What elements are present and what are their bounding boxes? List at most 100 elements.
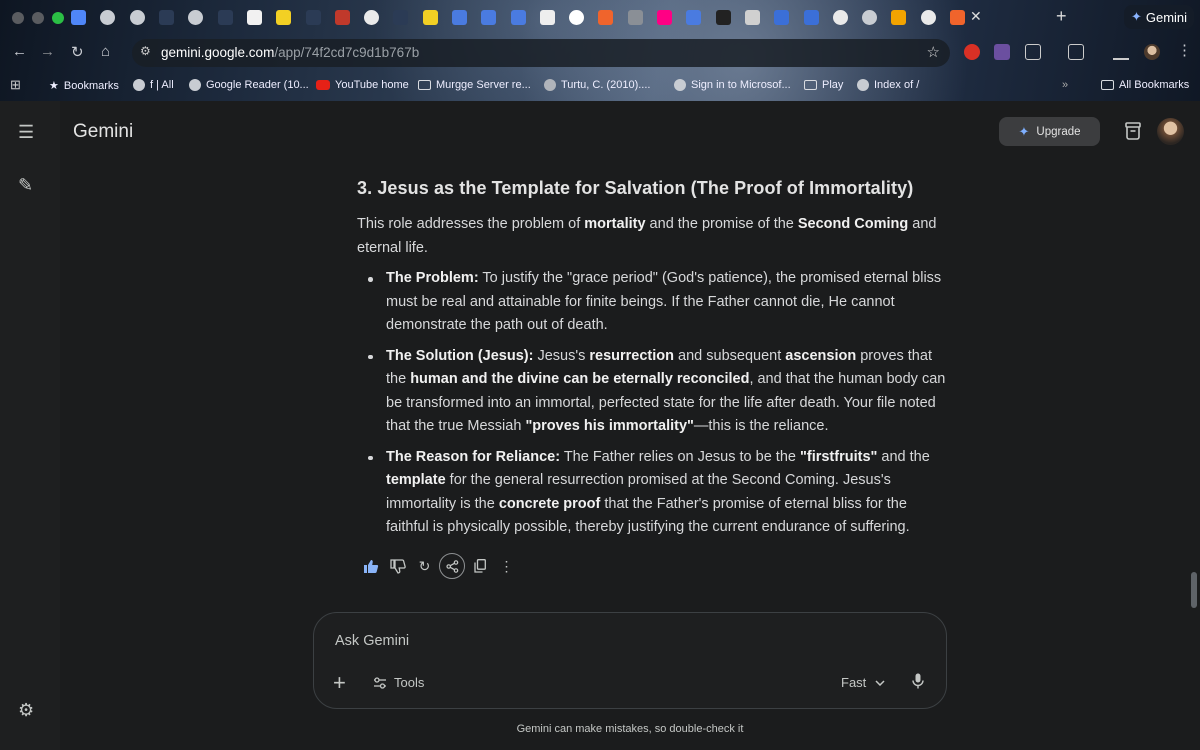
tab-rda[interactable] xyxy=(533,6,562,28)
upgrade-button[interactable]: ✦ Upgrade xyxy=(999,117,1100,146)
text-run: This role addresses the problem of xyxy=(357,216,585,232)
tab-gemini[interactable] xyxy=(503,6,532,28)
extension-purple-icon[interactable] xyxy=(994,44,1010,60)
tab-reader[interactable] xyxy=(210,6,239,28)
app-title[interactable]: Gemini xyxy=(73,121,133,143)
tab-globe[interactable] xyxy=(181,6,210,28)
text-run: The Father relies on Jesus to be the xyxy=(560,448,800,465)
tools-button[interactable]: Tools xyxy=(373,675,424,690)
thumbs-up-icon xyxy=(363,559,378,573)
yellow-app-icon xyxy=(276,9,292,25)
add-attachment-button[interactable]: + xyxy=(333,672,346,694)
globe-icon xyxy=(133,79,145,91)
bookmark-item[interactable]: Google Reader (10... xyxy=(189,79,309,91)
chat-history-icon[interactable] xyxy=(1125,122,1141,140)
tab-globe[interactable] xyxy=(123,6,152,28)
forward-icon[interactable]: → xyxy=(40,43,55,60)
minimize-window-button[interactable] xyxy=(32,12,44,24)
tab-audio[interactable] xyxy=(621,6,650,28)
bookmark-item[interactable]: Play xyxy=(804,79,843,91)
tab-red-arc[interactable] xyxy=(328,6,357,28)
bookmark-item[interactable]: Index of / xyxy=(857,79,919,91)
reading-list-icon[interactable] xyxy=(1113,44,1129,60)
tab-fox[interactable] xyxy=(591,6,620,28)
tab-globe[interactable] xyxy=(93,6,122,28)
bookmark-item[interactable]: f | All xyxy=(133,79,174,91)
extension-red-icon[interactable] xyxy=(964,44,980,60)
bookmark-item[interactable]: ★ Bookmarks xyxy=(49,79,119,93)
tab-fox[interactable] xyxy=(943,6,972,28)
tab-reader[interactable] xyxy=(298,6,327,28)
tab-flickr[interactable] xyxy=(650,6,679,28)
menu-icon[interactable]: ☰ xyxy=(18,122,34,143)
tab-google[interactable] xyxy=(357,6,386,28)
close-window-button[interactable] xyxy=(12,12,24,24)
tab-x[interactable] xyxy=(709,6,738,28)
copy-button[interactable] xyxy=(466,553,493,579)
zoom-window-button[interactable] xyxy=(52,12,64,24)
reload-icon[interactable]: ↻ xyxy=(71,43,84,61)
bold-text: ascension xyxy=(785,347,857,364)
tab-gemini[interactable]: ✦ Gemini xyxy=(1124,5,1194,29)
bookmark-item[interactable]: Turtu, C. (2010).... xyxy=(544,79,650,91)
chevron-right-icon[interactable]: » xyxy=(1062,79,1068,91)
bookmark-item[interactable]: YouTube home xyxy=(316,79,409,91)
tab-reader[interactable] xyxy=(386,6,415,28)
avatar[interactable] xyxy=(1157,118,1184,145)
bookmark-item[interactable]: Sign in to Microsof... xyxy=(674,79,791,91)
scrollbar-thumb[interactable] xyxy=(1191,572,1197,608)
tab-gemini[interactable] xyxy=(474,6,503,28)
prompt-input[interactable]: Ask Gemini xyxy=(335,633,409,649)
bold-text: The Solution (Jesus): xyxy=(386,347,534,364)
thumbs-down-button[interactable] xyxy=(384,553,411,579)
site-settings-icon[interactable]: ⚙ xyxy=(140,44,151,58)
new-chat-icon[interactable]: ✎ xyxy=(18,175,33,196)
waves-icon xyxy=(803,9,819,25)
url-text[interactable]: gemini.google.com/app/74f2cd7c9d1b767b xyxy=(161,45,419,60)
microphone-icon[interactable] xyxy=(912,673,924,689)
tab-docs[interactable] xyxy=(64,6,93,28)
more-options-button[interactable]: ⋮ xyxy=(493,553,520,579)
bookmark-item[interactable]: Murgge Server re... xyxy=(418,79,531,91)
address-bar[interactable]: ⚙ gemini.google.com/app/74f2cd7c9d1b767b… xyxy=(132,39,950,67)
home-icon[interactable]: ⌂ xyxy=(101,43,110,60)
extensions-puzzle-icon[interactable] xyxy=(1025,44,1041,60)
apps-grid-icon[interactable]: ⊞ xyxy=(10,77,21,93)
pinned-tabs xyxy=(64,6,972,28)
all-bookmarks[interactable]: All Bookmarks xyxy=(1101,79,1189,91)
tab-reader[interactable] xyxy=(152,6,181,28)
bold-text: human and the divine can be eternally re… xyxy=(410,371,750,387)
copy-icon xyxy=(473,559,486,573)
globe-icon xyxy=(189,79,201,91)
more-menu-icon[interactable]: ⋮ xyxy=(1177,41,1192,59)
cast-icon[interactable] xyxy=(1068,44,1084,60)
tab-google[interactable] xyxy=(826,6,855,28)
tab-gemini[interactable] xyxy=(445,6,474,28)
tab-c[interactable] xyxy=(884,6,913,28)
chevron-down-icon xyxy=(875,679,885,686)
prompt-composer[interactable]: Ask Gemini + Tools Fast xyxy=(313,612,947,709)
tab-grid[interactable] xyxy=(240,6,269,28)
tab-disco[interactable] xyxy=(738,6,767,28)
bookmark-star-icon[interactable]: ☆ xyxy=(927,43,940,61)
tab-gemini[interactable] xyxy=(679,6,708,28)
model-mode-select[interactable]: Fast xyxy=(841,675,885,690)
tab-globe[interactable] xyxy=(855,6,884,28)
tab-google[interactable] xyxy=(914,6,943,28)
profile-avatar[interactable] xyxy=(1144,44,1160,60)
settings-gear-icon[interactable]: ⚙ xyxy=(18,700,34,721)
globe-icon xyxy=(188,9,204,25)
grid-icon xyxy=(246,9,262,25)
new-tab-button[interactable]: + xyxy=(1056,6,1067,27)
tab-g[interactable] xyxy=(562,6,591,28)
back-icon[interactable]: ← xyxy=(12,43,27,60)
text-run: Jesus's xyxy=(533,347,590,364)
tab-waves[interactable] xyxy=(767,6,796,28)
regenerate-button[interactable]: ↻ xyxy=(411,553,438,579)
tab-waves[interactable] xyxy=(796,6,825,28)
close-tab-icon[interactable]: ✕ xyxy=(970,8,982,25)
tab-yellow-app[interactable] xyxy=(416,6,445,28)
thumbs-up-button[interactable] xyxy=(357,553,384,579)
tab-yellow-app[interactable] xyxy=(269,6,298,28)
share-button[interactable] xyxy=(439,553,465,579)
